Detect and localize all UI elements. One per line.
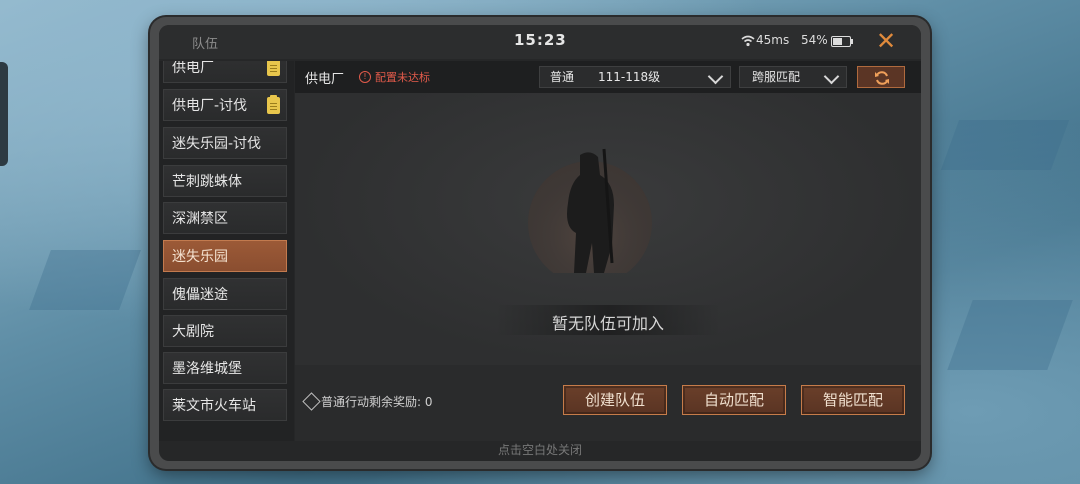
sidebar-item-thorn-spider[interactable]: 芒刺跳蛛体 [163, 165, 287, 197]
sidebar-item-puppet-maze[interactable]: 傀儡迷途 [163, 278, 287, 310]
tap-outside-hint[interactable]: 点击空白处关闭 [159, 441, 921, 461]
server-dropdown[interactable]: 跨服匹配 [739, 66, 847, 88]
sidebar-item-laiwen-station[interactable]: 莱文市火车站 [163, 389, 287, 421]
reward-remaining: 普通行动剩余奖励: 0 [321, 395, 433, 409]
create-team-button[interactable]: 创建队伍 [563, 385, 667, 415]
clipboard-icon [267, 95, 280, 114]
sidebar-item-label: 傀儡迷途 [172, 287, 228, 303]
empty-state-emblem [528, 148, 652, 273]
background-tile [29, 250, 141, 310]
filter-bar: 供电厂 ! 配置未达标 普通 111-118级 跨服匹配 [295, 61, 921, 93]
refresh-button[interactable] [857, 66, 905, 88]
close-button[interactable]: ✕ [871, 27, 901, 55]
action-bar: 普通行动剩余奖励: 0 创建队伍 自动匹配 智能匹配 [295, 365, 921, 441]
level-dropdown[interactable]: 普通 111-118级 [539, 66, 731, 88]
team-list-area: 暂无队伍可加入 [295, 93, 921, 365]
level-range: 111-118级 [598, 70, 661, 84]
auto-match-button[interactable]: 自动匹配 [682, 385, 786, 415]
sidebar-item-label: 莱文市火车站 [172, 398, 256, 414]
sidebar-item-abyss-zone[interactable]: 深渊禁区 [163, 202, 287, 234]
smart-match-button[interactable]: 智能匹配 [801, 385, 905, 415]
sidebar-item-label: 大剧院 [172, 324, 214, 340]
empty-message: 暂无队伍可加入 [551, 314, 664, 333]
difficulty-mode: 普通 [550, 70, 575, 84]
chevron-down-icon [823, 68, 840, 85]
background-tile [940, 120, 1070, 170]
sidebar-item-power-plant-raid[interactable]: 供电厂-讨伐 [163, 89, 287, 121]
server-mode: 跨服匹配 [752, 70, 801, 84]
refresh-icon [875, 71, 889, 85]
sidebar-item-lost-paradise[interactable]: 迷失乐园 [163, 240, 287, 272]
ping-value: 45ms [756, 33, 790, 47]
close-icon: ✕ [875, 27, 897, 55]
panel-title: 队伍 [192, 37, 219, 52]
clock: 15:23 [514, 31, 567, 49]
background-tile [947, 300, 1073, 370]
sidebar-item-merovi-castle[interactable]: 墨洛维城堡 [163, 352, 287, 384]
sidebar-item-label: 芒刺跳蛛体 [172, 174, 242, 190]
sidebar-item-grand-theater[interactable]: 大剧院 [163, 315, 287, 347]
battery-icon [831, 36, 853, 47]
reward-icon [302, 392, 321, 411]
battery-percent: 54% [801, 33, 828, 47]
sidebar-item-label: 供电厂-讨伐 [172, 98, 248, 114]
sidebar-item-lost-paradise-raid[interactable]: 迷失乐园-讨伐 [163, 127, 287, 159]
sidebar-item-label: 墨洛维城堡 [172, 361, 242, 377]
selected-map-name: 供电厂 [305, 72, 345, 87]
device-frame: 队伍 15:23 45ms 54% ✕ 供电厂 供电厂-讨伐 迷失乐园-讨伐 芒… [150, 17, 930, 469]
status-bar: 队伍 15:23 45ms 54% ✕ [159, 25, 921, 59]
dungeon-list: 供电厂 供电厂-讨伐 迷失乐园-讨伐 芒刺跳蛛体 深渊禁区 迷失乐园 傀儡迷途 [159, 61, 294, 441]
sidebar-item-power-plant[interactable]: 供电厂 [163, 61, 287, 83]
warning-icon: ! [359, 71, 371, 83]
side-handle[interactable] [0, 62, 8, 166]
team-panel: 队伍 15:23 45ms 54% ✕ 供电厂 供电厂-讨伐 迷失乐园-讨伐 芒… [159, 25, 921, 461]
team-list-panel: 供电厂 ! 配置未达标 普通 111-118级 跨服匹配 暂无队伍可加入 普通行… [295, 61, 921, 441]
sidebar-item-label: 迷失乐园-讨伐 [172, 136, 262, 152]
sidebar-item-label: 深渊禁区 [172, 211, 228, 227]
chevron-down-icon [707, 68, 724, 85]
sidebar-item-label: 供电厂 [172, 61, 214, 76]
warning-text: 配置未达标 [375, 71, 430, 84]
sidebar-item-label: 迷失乐园 [172, 249, 228, 265]
clipboard-icon [267, 61, 280, 76]
wifi-icon [741, 35, 755, 47]
